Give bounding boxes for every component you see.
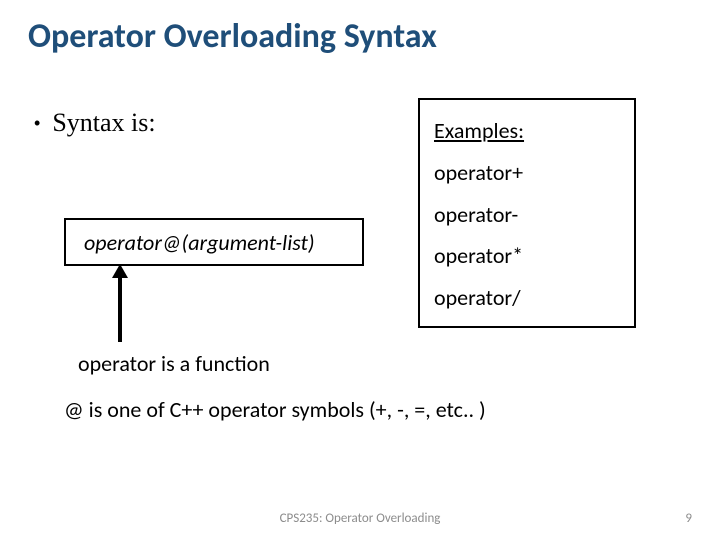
slide-title: Operator Overloading Syntax [28,16,437,57]
examples-heading: Examples: [434,110,620,152]
bullet-dot: • [34,113,40,134]
slide: Operator Overloading Syntax • Syntax is:… [0,0,720,540]
example-item: operator- [434,194,620,236]
bullet-text: Syntax is: [52,108,155,138]
example-item: operator+ [434,152,620,194]
arrow-label: operator is a function [78,350,270,377]
example-item: operator/ [434,277,620,319]
examples-box: Examples: operator+ operator- operator* … [418,98,636,328]
bullet-syntax-is: • Syntax is: [34,108,156,138]
syntax-box: operator@(argument-list) [64,218,364,266]
example-item: operator* [434,235,620,277]
footer-text: CPS235: Operator Overloading [0,511,720,526]
arrow-up-icon [116,264,124,342]
page-number: 9 [685,511,692,526]
explain-text: @ is one of C++ operator symbols (+, -, … [64,396,486,423]
syntax-text: operator@(argument-list) [84,229,315,256]
